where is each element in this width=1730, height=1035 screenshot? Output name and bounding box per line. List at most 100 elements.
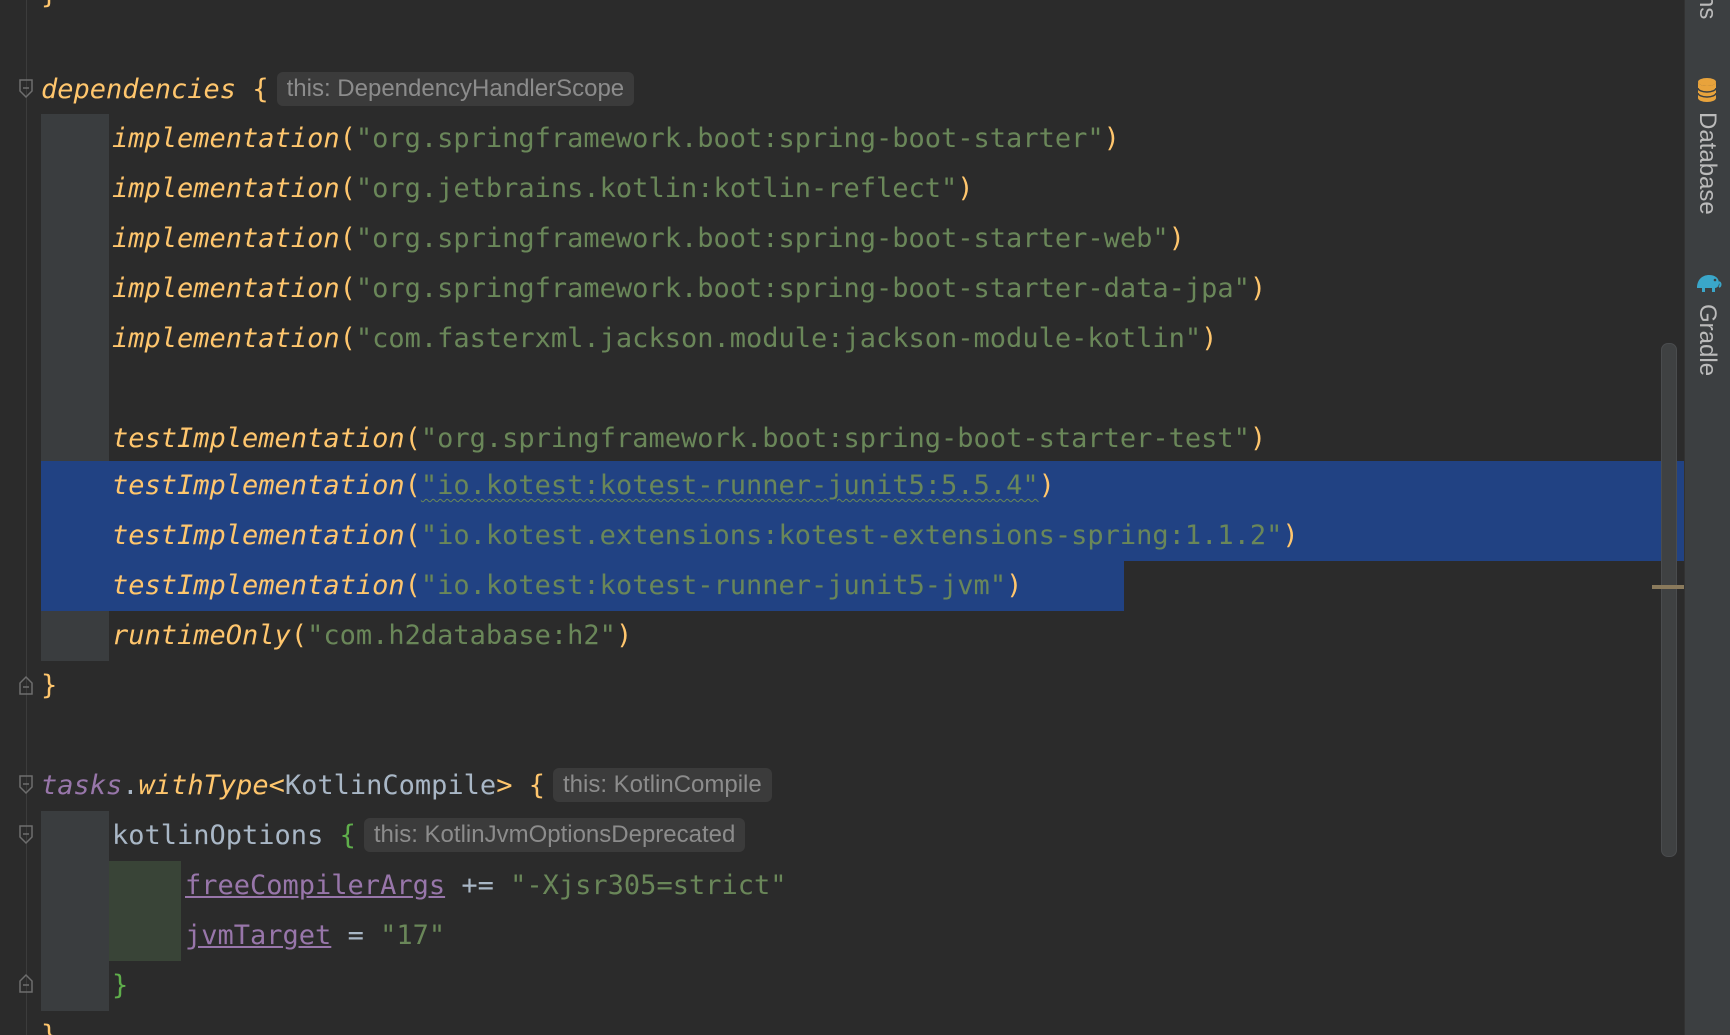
code-line-test-implementation-selected[interactable]: testImplementation("io.kotest:kotest-run… [0, 461, 1684, 549]
string-literal: "org.springframework.boot:spring-boot-st… [420, 423, 1250, 454]
indent-guide [41, 214, 109, 264]
code-line-implementation[interactable]: implementation("org.springframework.boot… [0, 114, 1684, 164]
tool-tab-gradle[interactable]: Gradle [1685, 268, 1730, 398]
paren-open: ( [339, 123, 356, 154]
paren-open: ( [404, 520, 421, 551]
function-name: implementation [112, 223, 340, 254]
function-name: withType [138, 770, 269, 801]
indent-guide [41, 114, 109, 164]
tool-tab-label: Gradle [1694, 304, 1721, 377]
operator: = [347, 920, 364, 951]
code-line-implementation[interactable]: implementation("com.fasterxml.jackson.mo… [0, 314, 1684, 364]
code-line-free-compiler-args[interactable]: freeCompilerArgs += "-Xjsr305=strict" [0, 861, 1684, 911]
paren-close: ) [1201, 323, 1218, 354]
code-line-implementation[interactable]: implementation("org.springframework.boot… [0, 264, 1684, 314]
code-line-test-implementation[interactable]: testImplementation("org.springframework.… [0, 414, 1684, 464]
paren-open: ( [404, 470, 421, 501]
string-literal: "com.h2database:h2" [307, 620, 616, 651]
function-name: testImplementation [112, 470, 405, 501]
tool-tab-truncated[interactable]: ns [1685, 0, 1730, 40]
function-name: implementation [112, 173, 340, 204]
code-line-implementation[interactable]: implementation("org.jetbrains.kotlin:kot… [0, 164, 1684, 214]
function-name: testImplementation [112, 423, 405, 454]
code-line-runtime-only[interactable]: runtimeOnly("com.h2database:h2") [0, 611, 1684, 661]
paren-open: ( [404, 423, 421, 454]
code-line-close-brace[interactable]: } [0, 1011, 1684, 1035]
tool-tab-database[interactable]: Database [1685, 70, 1730, 240]
paren-close: ) [1168, 223, 1185, 254]
code-line-partial: } [0, 0, 1684, 20]
string-literal: "io.kotest.extensions:kotest-extensions-… [420, 520, 1283, 551]
close-brace: } [41, 670, 58, 701]
indent-guide [41, 264, 109, 314]
code-line-tasks-with-type[interactable]: tasks.withType<KotlinCompile> {this: Kot… [0, 761, 1684, 811]
code-editor[interactable]: } dependencies {this: DependencyHandlerS… [0, 0, 1684, 1035]
string-literal: "org.springframework.boot:spring-boot-st… [355, 123, 1104, 154]
function-name: implementation [112, 323, 340, 354]
open-brace: { [528, 770, 545, 801]
code-line-test-implementation-selected[interactable]: testImplementation("io.kotest:kotest-run… [0, 561, 1684, 611]
indent-guide [41, 414, 109, 464]
fold-toggle-icon[interactable] [19, 825, 33, 845]
dot: . [122, 770, 139, 801]
function-name: runtimeOnly [112, 620, 291, 651]
gradle-elephant-icon [1694, 270, 1722, 298]
vertical-scrollbar[interactable] [1661, 343, 1677, 857]
paren-open: ( [339, 223, 356, 254]
paren-open: ( [339, 173, 356, 204]
indent-guide [41, 961, 109, 1011]
close-brace: } [112, 970, 129, 1001]
paren-close: ) [1249, 273, 1267, 304]
fold-toggle-icon[interactable] [19, 775, 33, 795]
operator: += [461, 870, 494, 901]
code-line-jvm-target[interactable]: jvmTarget = "17" [0, 911, 1684, 961]
paren-close: ) [957, 173, 974, 204]
close-brace: } [41, 1011, 57, 1035]
indent-guide [41, 314, 109, 364]
open-brace: { [339, 820, 356, 851]
code-line-implementation[interactable]: implementation("org.springframework.boot… [0, 214, 1684, 264]
string-literal: "org.jetbrains.kotlin:kotlin-reflect" [355, 173, 958, 204]
fold-end-icon[interactable] [19, 675, 33, 695]
function-name: testImplementation [112, 520, 405, 551]
inlay-hint: this: KotlinCompile [552, 768, 772, 802]
code-line-blank[interactable] [0, 364, 1684, 414]
paren-close: ) [615, 620, 633, 651]
indent-guide-nested [109, 861, 181, 911]
paren-close: ) [1006, 570, 1023, 601]
right-tool-window-bar: ns Database Gradle [1684, 0, 1730, 1035]
code-line-test-implementation-selected[interactable]: testImplementation("io.kotest.extensions… [0, 511, 1684, 561]
paren-open: ( [339, 273, 356, 304]
paren-close: ) [1282, 520, 1299, 551]
code-line-dependencies[interactable]: dependencies {this: DependencyHandlerSco… [0, 65, 1684, 115]
indent-guide [41, 364, 109, 414]
indent-guide [41, 811, 109, 861]
code-line-kotlin-options[interactable]: kotlinOptions {this: KotlinJvmOptionsDep… [0, 811, 1684, 861]
receiver: tasks [41, 770, 123, 801]
indent-guide-nested [109, 911, 181, 961]
fold-toggle-icon[interactable] [19, 79, 33, 99]
paren-close: ) [1103, 123, 1120, 154]
paren-open: ( [404, 570, 421, 601]
indent-guide [41, 911, 109, 961]
dependencies-keyword: dependencies [41, 74, 237, 105]
code-line-close-brace[interactable]: } [0, 661, 1684, 711]
property-name: freeCompilerArgs [185, 870, 446, 901]
function-name: implementation [112, 123, 340, 154]
indent-guide [41, 611, 109, 661]
database-icon [1694, 76, 1720, 108]
property-name: jvmTarget [185, 920, 332, 951]
tool-tab-label: Database [1694, 112, 1721, 215]
open-brace: { [252, 74, 269, 105]
code-line-close-brace[interactable]: } [0, 961, 1684, 1011]
paren-open: ( [339, 323, 356, 354]
paren-open: ( [290, 620, 308, 651]
error-stripe-marker[interactable] [1652, 585, 1684, 589]
fold-end-icon[interactable] [19, 973, 33, 993]
paren-close: ) [1038, 470, 1055, 501]
string-literal: "com.fasterxml.jackson.module:jackson-mo… [355, 323, 1202, 354]
type-bracket-close: > [496, 770, 513, 801]
inlay-hint: this: KotlinJvmOptionsDeprecated [363, 818, 746, 852]
function-name: implementation [112, 273, 340, 304]
paren-close: ) [1249, 423, 1267, 454]
